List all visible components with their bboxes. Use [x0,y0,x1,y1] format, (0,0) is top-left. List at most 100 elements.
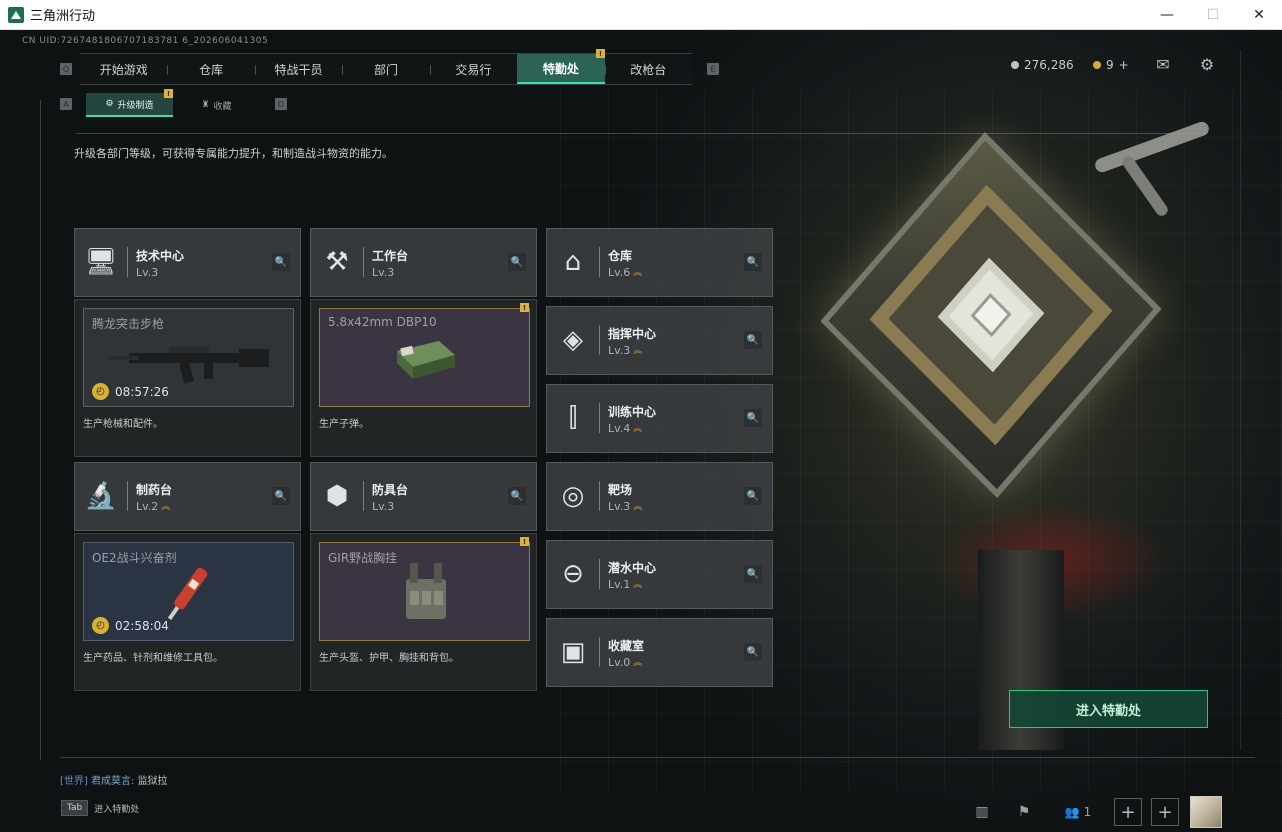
upgrade-available-icon: ︽ [633,579,642,590]
tab-department[interactable]: 部门 [342,54,429,84]
add-teammate-button[interactable]: + [1114,798,1142,826]
upgrade-available-icon: ︽ [161,501,170,512]
production-description: 生产枪械和配件。 [83,419,163,430]
facility-level: Lv.0 [608,656,631,669]
workshop-level: Lv.2 [136,500,159,513]
upgrade-available-icon: ︽ [633,345,642,356]
warehouse-icon: ⌂ [564,247,582,277]
workshop-level: Lv.3 [372,500,395,513]
workshop-name: 工作台 [372,249,409,263]
search-icon[interactable]: 🔍 [744,331,762,349]
timer-clock-icon: ◴ [92,617,109,634]
production-timer: ◴ 08:57:26 [92,383,169,400]
production-item-frame[interactable]: GIR野战胸挂 [319,542,530,641]
production-description: 生产头盔、护甲、胸挂和背包。 [319,653,459,664]
upgrade-available-icon: ︽ [633,657,642,668]
facility-shooting-range[interactable]: ◎ 靶场 Lv.3 ︽ 🔍 [546,462,773,531]
upgrade-available-icon: ︽ [633,423,642,434]
facility-name: 指挥中心 [608,327,657,341]
subnav-next-key[interactable]: D [275,98,287,110]
enter-special-ops-button[interactable]: 进入特勤处 [1009,690,1208,728]
production-description: 生产药品、针剂和维修工具包。 [83,653,223,664]
search-icon[interactable]: 🔍 [508,487,526,505]
tab-gunsmith[interactable]: 改枪台 [604,54,692,84]
sub-nav: ⚙ 升级制造 ♜ 收藏 [86,93,260,117]
friends-icon: 👥 [1064,805,1080,819]
production-item-name: 腾龙突击步枪 [92,317,165,331]
tab-warehouse[interactable]: 仓库 [167,54,254,84]
timer-clock-icon: ◴ [92,383,109,400]
subnav-prev-key[interactable]: A [60,98,72,110]
production-item-frame[interactable]: 腾龙突击步枪 ◴ 08:57:26 [83,308,294,407]
facility-name: 训练中心 [608,405,657,419]
subtab-upgrade-craft[interactable]: ⚙ 升级制造 [86,93,173,117]
facility-level: Lv.4 [608,422,631,435]
production-slot-workbench[interactable]: 5.8x42mm DBP10 生产子弹。 [310,299,537,457]
friends-button[interactable]: 👥 1 [1060,796,1096,828]
nav-prev-key[interactable]: Q [60,63,72,75]
tab-operators[interactable]: 特战干员 [254,54,342,84]
craft-alert-badge: ! [164,89,173,98]
tab-key: Tab [61,800,89,816]
add-teammate-button-2[interactable]: + [1151,798,1179,826]
facility-level: Lv.3 [608,344,631,357]
search-icon[interactable]: 🔍 [744,565,762,583]
timer-value: 02:58:04 [115,618,169,633]
search-icon[interactable]: 🔍 [744,409,762,427]
production-item-frame[interactable]: 5.8x42mm DBP10 [319,308,530,407]
workshop-name: 制药台 [136,483,173,497]
user-uid: CN UID:7267481806707183781 6_20260604130… [22,36,269,46]
production-slot-tech-center[interactable]: 腾龙突击步枪 ◴ 08:57:26 生产枪械和配件。 [74,299,301,457]
facility-name: 潜水中心 [608,561,657,575]
tab-trading[interactable]: 交易行 [429,54,517,84]
workshop-pharmacy[interactable]: 🔬 制药台 Lv.2 ︽ 🔍 [74,462,301,531]
workshop-level: Lv.3 [372,266,395,279]
search-icon[interactable]: 🔍 [272,487,290,505]
add-currency-button[interactable]: + [1119,58,1129,72]
maximize-button[interactable]: ☐ [1190,0,1236,30]
craft-icon: ⚙ [105,99,114,109]
tab-start-game[interactable]: 开始游戏 [80,54,167,84]
armor-blocks-icon: ⬢ [325,481,349,511]
workshop-level: Lv.3 [136,266,159,279]
production-item-frame[interactable]: OE2战斗兴奋剂 ◴ 02:58:04 [83,542,294,641]
search-icon[interactable]: 🔍 [744,487,762,505]
tab-hint[interactable]: Tab 进入特勤处 [61,800,139,816]
currency-tickets: 9 + [1093,58,1129,72]
production-timer: ◴ 02:58:04 [92,617,169,634]
avatar[interactable] [1190,796,1222,828]
monitor-icon: 🖥 [84,247,118,277]
chat-channel: [世界] [60,776,88,787]
tab-special-ops[interactable]: 特勤处 [517,54,605,84]
search-icon[interactable]: 🔍 [744,253,762,271]
armor-bench-alert-badge: ! [520,537,529,546]
minimize-button[interactable]: — [1144,0,1190,30]
workshop-armor-bench[interactable]: ⬢ 防具台 Lv.3 🔍 [310,462,537,531]
special-ops-alert-badge: ! [596,49,605,58]
flag-icon[interactable]: ⚑ [1012,796,1036,828]
production-slot-armor-bench[interactable]: GIR野战胸挂 生产头盔、护甲、胸挂和背包。 [310,533,537,691]
workshop-name: 防具台 [372,483,409,497]
facility-level: Lv.3 [608,500,631,513]
coin-icon [1011,61,1019,69]
nav-next-key[interactable]: E [707,63,719,75]
facility-warehouse[interactable]: ⌂ 仓库 Lv.6 ︽ 🔍 [546,228,773,297]
search-icon[interactable]: 🔍 [272,253,290,271]
facility-collection-room[interactable]: ▣ 收藏室 Lv.0 ︽ 🔍 [546,618,773,687]
settings-gear-icon[interactable]: ⚙ [1198,55,1216,74]
stats-icon[interactable]: ▥ [970,796,994,828]
subtab-collection[interactable]: ♜ 收藏 [173,93,260,117]
command-icon: ◈ [563,325,583,355]
mail-icon[interactable]: ✉ [1154,55,1172,74]
production-slot-pharmacy[interactable]: OE2战斗兴奋剂 ◴ 02:58:04 生产药品、针剂和维修工具包。 [74,533,301,691]
facility-diving-center[interactable]: ⊖ 潜水中心 Lv.1 ︽ 🔍 [546,540,773,609]
chat-line[interactable]: [世界] 君成莫言: 监狱拉 [60,772,168,787]
workshop-workbench[interactable]: ⚒ 工作台 Lv.3 🔍 [310,228,537,297]
facility-training-center[interactable]: ⫿ 训练中心 Lv.4 ︽ 🔍 [546,384,773,453]
facility-command-center[interactable]: ◈ 指挥中心 Lv.3 ︽ 🔍 [546,306,773,375]
search-icon[interactable]: 🔍 [744,643,762,661]
assault-rifle-image [109,347,269,384]
workshop-tech-center[interactable]: 🖥 技术中心 Lv.3 🔍 [74,228,301,297]
close-button[interactable]: ✕ [1236,0,1282,30]
search-icon[interactable]: 🔍 [508,253,526,271]
